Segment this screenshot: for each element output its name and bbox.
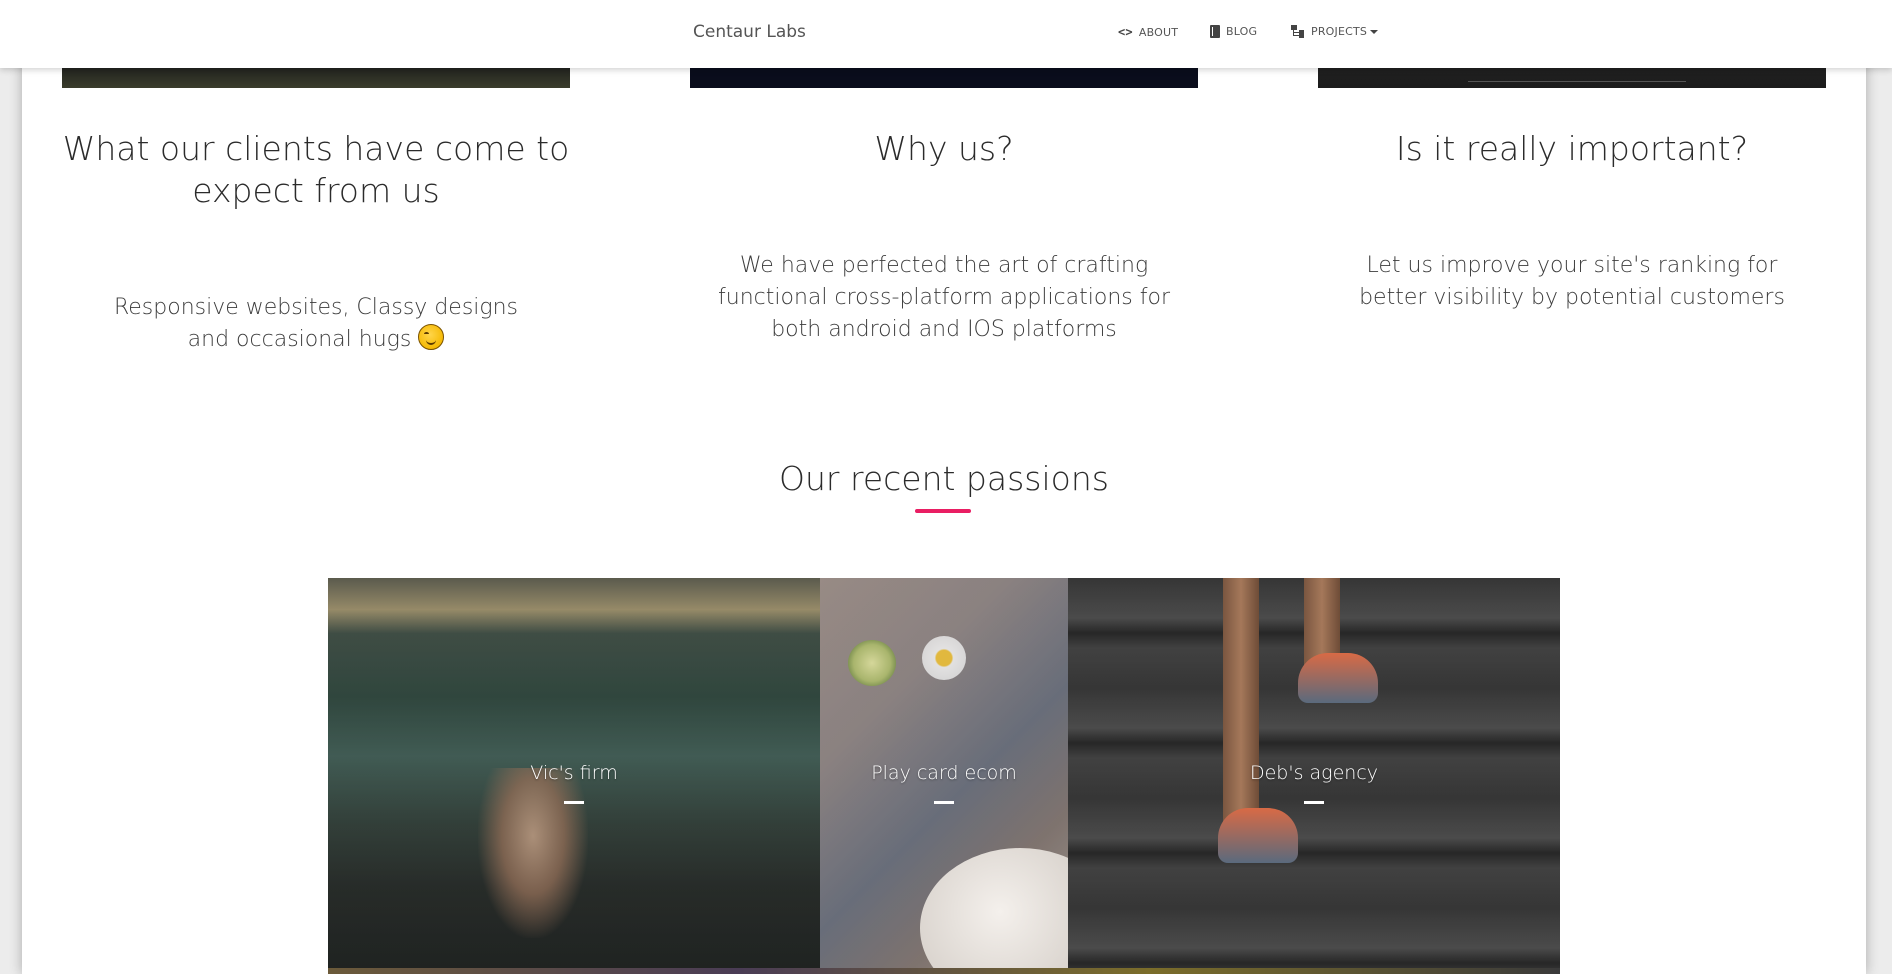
tile-image-diver	[478, 768, 588, 938]
code-icon: <>	[1118, 25, 1133, 39]
nav-blog[interactable]: BLOG	[1210, 25, 1257, 38]
nav-label: BLOG	[1226, 25, 1258, 38]
navbar: Centaur Labs <> ABOUT BLOG PROJECTS	[0, 0, 1892, 68]
next-row-images	[328, 968, 1560, 974]
feature-title: Why us?	[874, 129, 1014, 168]
tile-image-shoe	[1218, 808, 1298, 863]
nav-projects-dropdown[interactable]: PROJECTS	[1291, 25, 1379, 38]
feature-text-content: Responsive websites, Classy designs and …	[113, 295, 519, 352]
tile-image-bowl	[920, 848, 1068, 974]
yum-face-emoji-icon	[418, 324, 445, 350]
nav-label: PROJECTS	[1311, 25, 1368, 38]
nav-label: ABOUT	[1138, 25, 1179, 39]
tile-label: Play card ecom	[871, 762, 1017, 784]
nav-about[interactable]: <> ABOUT	[1118, 25, 1178, 39]
tile-label: Vic's firm	[530, 762, 618, 784]
tile-dash	[934, 801, 954, 804]
brand-link[interactable]: Centaur Labs	[693, 22, 806, 42]
tile-label: Deb's agency	[1249, 762, 1378, 784]
page-container: What our clients have come to expect fro…	[22, 0, 1866, 974]
tile-dash	[1304, 801, 1324, 804]
tile-image-flower	[922, 636, 966, 680]
feature-text: Responsive websites, Classy designs and …	[62, 292, 570, 356]
book-icon	[1210, 25, 1220, 38]
portfolio-grid: Vic's firm Play card ecom Deb's agency	[328, 578, 1560, 974]
feature-text: Let us improve your site's ranking for b…	[1359, 253, 1785, 310]
portfolio-tile-play-card-ecom[interactable]: Play card ecom	[820, 578, 1068, 974]
sitemap-icon	[1291, 25, 1305, 38]
section-title-underline	[915, 509, 971, 513]
feature-text: We have perfected the art of crafting fu…	[718, 253, 1170, 342]
portfolio-tile-vics-firm[interactable]: Vic's firm	[328, 578, 820, 974]
caret-down-icon	[1370, 29, 1379, 34]
tile-image-cucumber	[848, 640, 896, 686]
portfolio-tile-debs-agency[interactable]: Deb's agency	[1068, 578, 1560, 974]
tile-dash	[564, 801, 584, 804]
section-title: Our recent passions	[779, 459, 1109, 498]
tile-image-shoe	[1298, 653, 1378, 703]
feature-title: What our clients have come to expect fro…	[62, 129, 570, 210]
feature-title: Is it really important?	[1395, 129, 1749, 168]
